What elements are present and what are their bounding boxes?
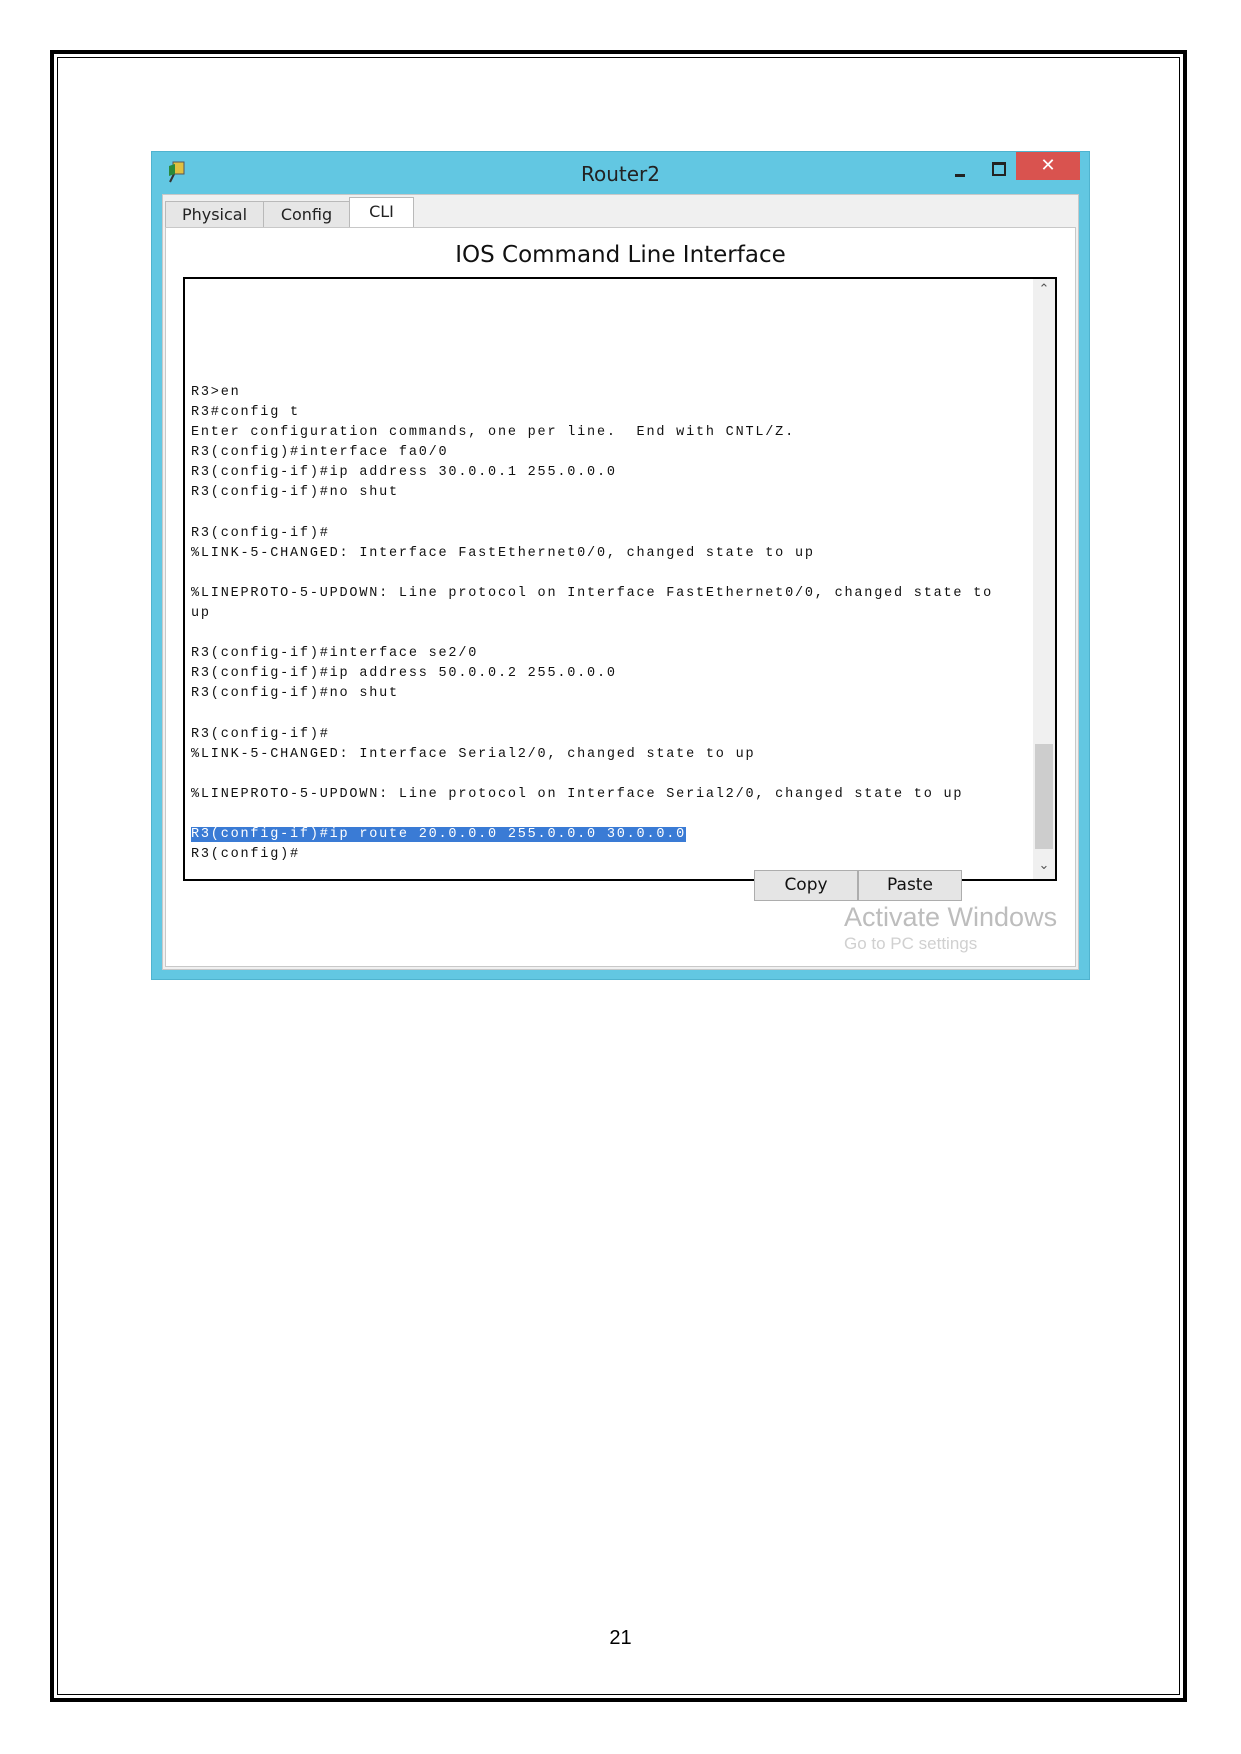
terminal-line: %LINK-5-CHANGED: Interface Serial2/0, ch… xyxy=(191,746,756,762)
selected-terminal-line[interactable]: R3(config-if)#ip route 20.0.0.0 255.0.0.… xyxy=(191,827,687,843)
terminal-line: R3(config-if)# xyxy=(191,726,330,742)
terminal-line: R3(config-if)#ip address 30.0.0.1 255.0.… xyxy=(191,465,617,481)
close-button[interactable]: ✕ xyxy=(1016,152,1080,180)
terminal-scrollbar[interactable]: ⌃ ⌄ xyxy=(1033,279,1055,879)
terminal-line: R3(config-if)#ip address 50.0.0.2 255.0.… xyxy=(191,666,617,682)
cli-panel: IOS Command Line Interface R3>en R3#conf… xyxy=(165,227,1076,967)
router-window: Router2 ✕ Physical Config CLI IOS Comman… xyxy=(151,151,1090,980)
terminal-output[interactable]: R3>en R3#config t Enter configuration co… xyxy=(183,277,1057,881)
terminal-line: R3(config-if)#no shut xyxy=(191,686,399,702)
scroll-down-icon[interactable]: ⌄ xyxy=(1033,857,1055,877)
terminal-line: R3(config-if)# xyxy=(191,525,330,541)
terminal-line: R3(config-if)#interface se2/0 xyxy=(191,646,479,662)
scroll-up-icon[interactable]: ⌃ xyxy=(1033,281,1055,301)
terminal-line: up xyxy=(191,606,211,622)
terminal-prompt-line: R3(config)# xyxy=(191,847,300,863)
terminal-line: %LINK-5-CHANGED: Interface FastEthernet0… xyxy=(191,545,815,561)
paste-button[interactable]: Paste xyxy=(858,870,962,901)
terminal-line: %LINEPROTO-5-UPDOWN: Line protocol on In… xyxy=(191,585,994,601)
maximize-button[interactable] xyxy=(986,158,1010,182)
title-bar[interactable]: Router2 ✕ xyxy=(152,152,1089,194)
terminal-line: R3(config)#interface fa0/0 xyxy=(191,445,449,461)
terminal-line: %LINEPROTO-5-UPDOWN: Line protocol on In… xyxy=(191,786,964,802)
terminal-line: R3#config t xyxy=(191,405,300,421)
scrollbar-thumb[interactable] xyxy=(1035,744,1053,849)
window-client: Physical Config CLI IOS Command Line Int… xyxy=(162,194,1079,970)
terminal-line: Enter configuration commands, one per li… xyxy=(191,425,795,441)
tab-physical[interactable]: Physical xyxy=(165,201,264,229)
copy-button[interactable]: Copy xyxy=(754,870,858,901)
terminal-line: R3(config-if)#no shut xyxy=(191,485,399,501)
activate-windows-watermark: Activate Windows xyxy=(844,902,1058,932)
page-number: 21 xyxy=(609,1627,632,1649)
minimize-button[interactable] xyxy=(948,160,972,184)
terminal-text: R3>en R3#config t Enter configuration co… xyxy=(191,383,993,865)
tab-config[interactable]: Config xyxy=(263,201,350,229)
terminal-line: R3>en xyxy=(191,385,241,400)
tab-cli[interactable]: CLI xyxy=(349,197,414,229)
cli-heading: IOS Command Line Interface xyxy=(455,242,786,268)
pc-settings-watermark: Go to PC settings xyxy=(844,934,978,953)
